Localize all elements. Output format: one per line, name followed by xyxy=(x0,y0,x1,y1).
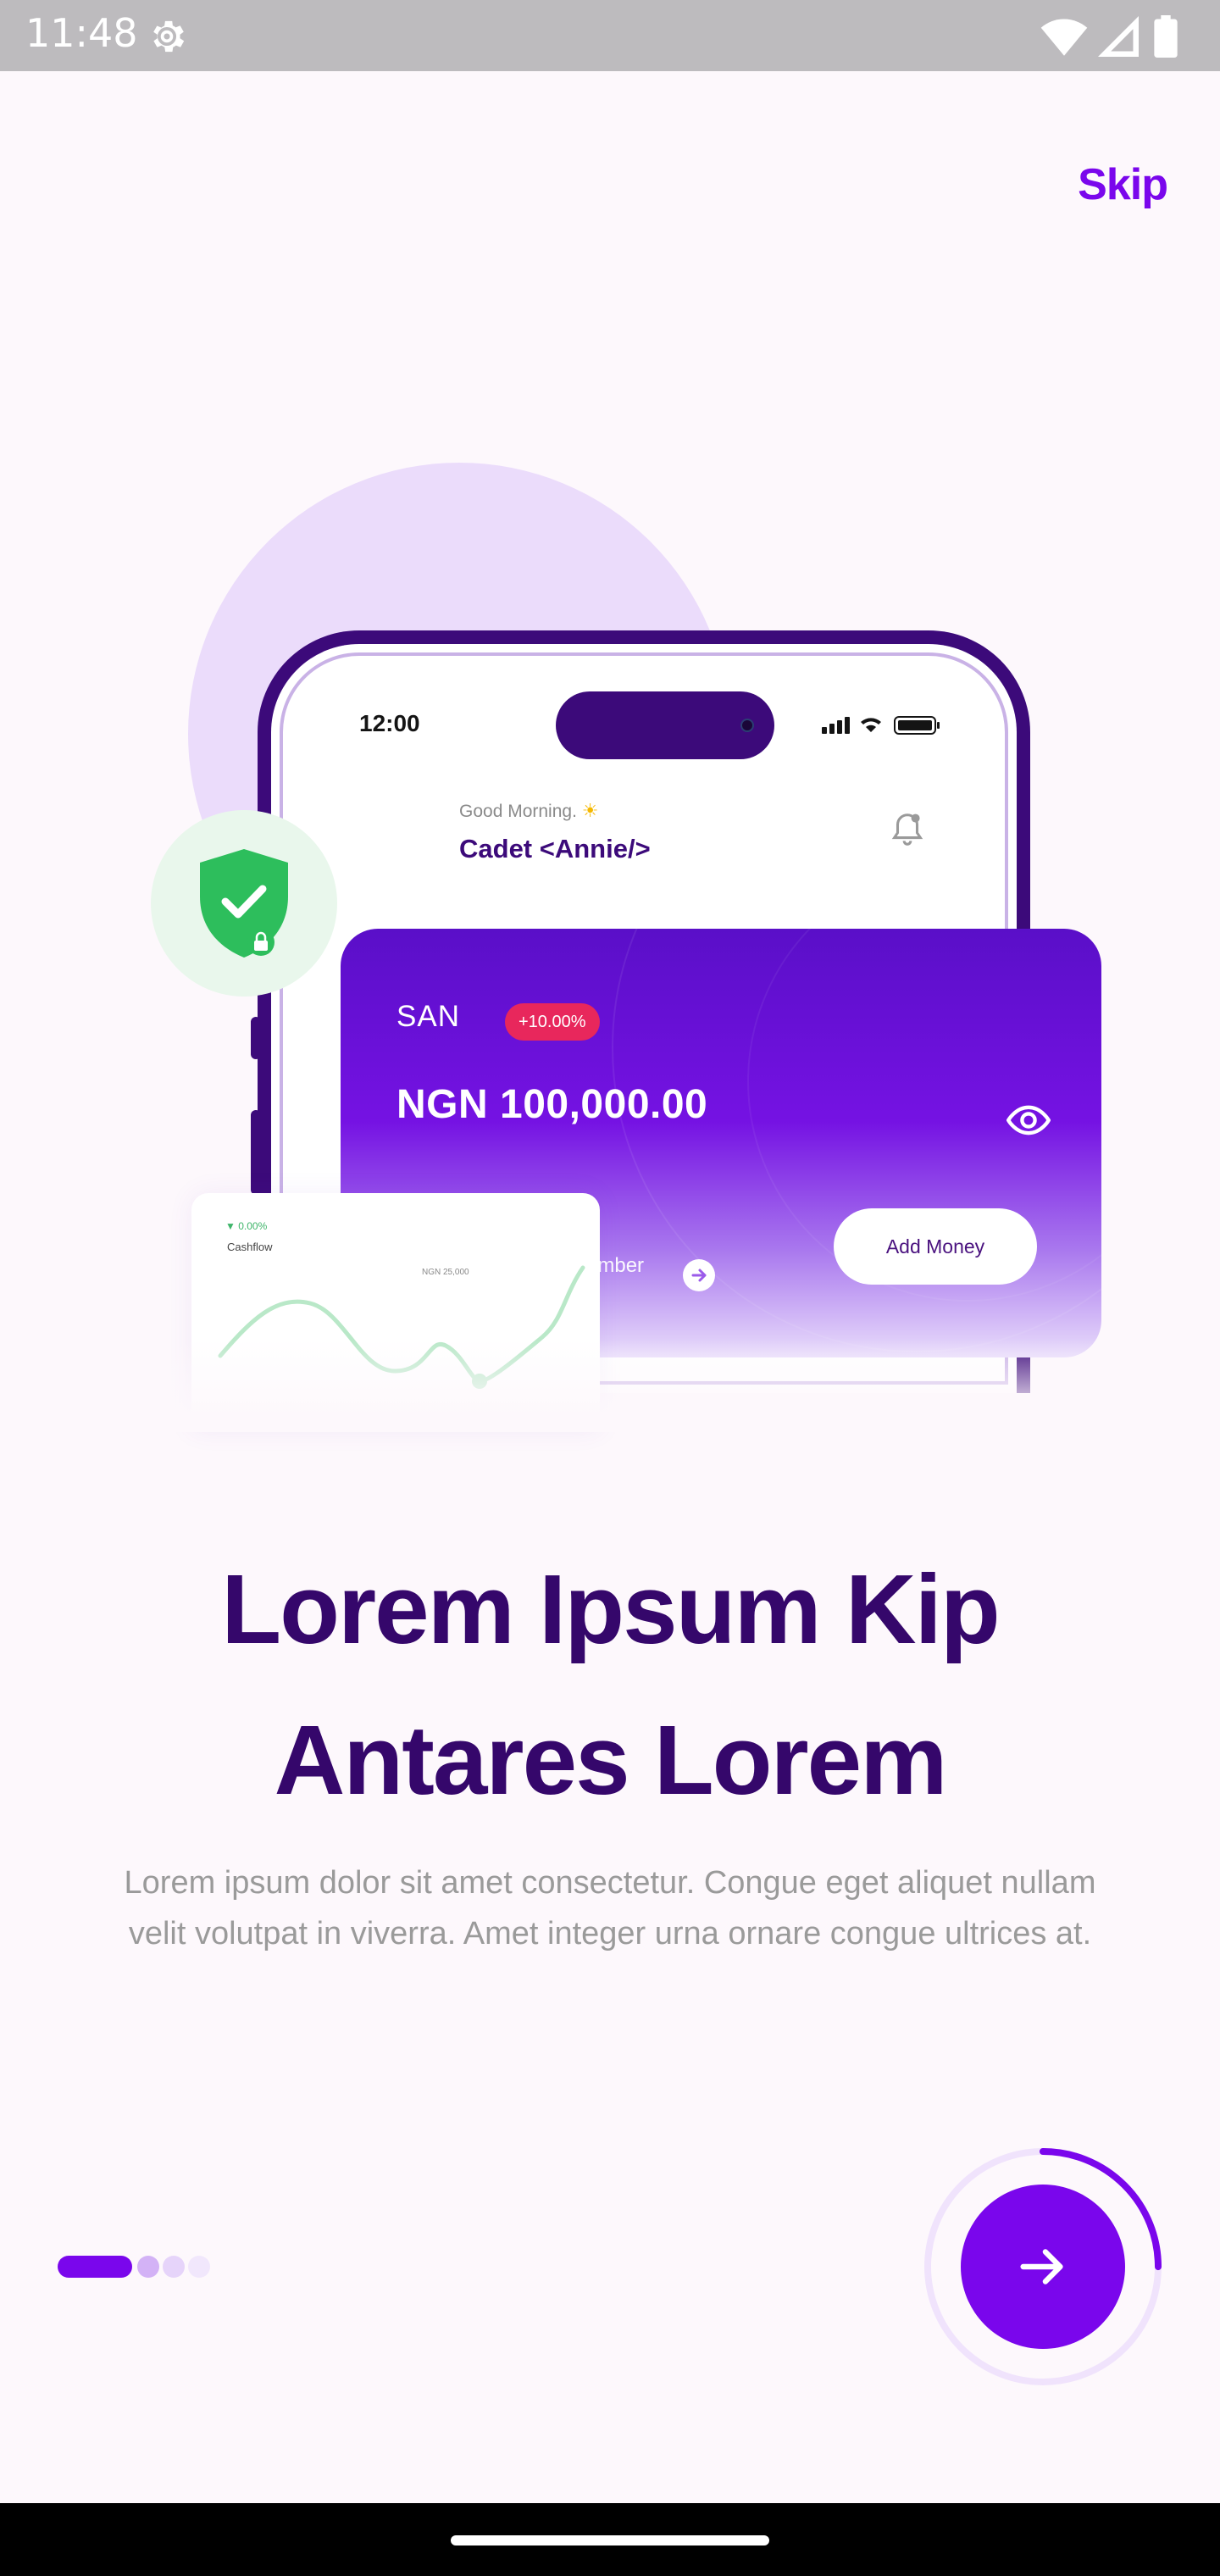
phone-status-icons xyxy=(822,716,940,735)
page-dot xyxy=(137,2256,159,2278)
phone-side-button xyxy=(1020,797,1030,825)
next-button-wrapper xyxy=(922,2146,1164,2388)
phone-time: 12:00 xyxy=(359,710,420,736)
next-button[interactable] xyxy=(961,2185,1125,2349)
dynamic-island xyxy=(556,691,774,759)
security-badge xyxy=(151,810,337,997)
headline-line-2: Antares Lorem xyxy=(274,1705,948,1815)
arrow-right-icon xyxy=(683,1259,715,1291)
arrow-right-icon xyxy=(1020,2249,1063,2285)
shield-check-icon xyxy=(200,849,288,958)
onboarding-headline: Lorem Ipsum Kip Antares Lorem xyxy=(0,1534,1220,1835)
cashflow-change: ▼ 0.00% xyxy=(225,1220,268,1232)
onboarding-illustration: 12:00 Good Morning. ☀ Cadet <Annie/> SAN… xyxy=(0,0,1220,1441)
greeting-label: Good Morning. xyxy=(459,802,577,821)
headline-line-1: Lorem Ipsum Kip xyxy=(221,1554,1000,1664)
page-dot xyxy=(163,2256,185,2278)
phone-side-button xyxy=(251,1017,261,1059)
illustration-fade xyxy=(152,1339,1118,1432)
wallet-currency-code: SAN xyxy=(396,1000,460,1033)
notification-bell-icon xyxy=(891,813,923,846)
page-dot-active xyxy=(58,2256,132,2278)
phone-side-button xyxy=(251,1110,261,1195)
navigation-bar xyxy=(0,2503,1220,2576)
camera-icon xyxy=(740,719,754,732)
greeting-text: Good Morning. ☀ xyxy=(459,800,599,822)
eye-icon xyxy=(1006,1105,1051,1135)
add-money-button: Add Money xyxy=(834,1208,1037,1285)
page-dot xyxy=(188,2256,210,2278)
onboarding-screen: 11:48 Skip 12:00 Good Morning. ☀ Cadet <… xyxy=(0,0,1220,2576)
onboarding-description: Lorem ipsum dolor sit amet consectetur. … xyxy=(124,1865,1096,1951)
user-name: Cadet <Annie/> xyxy=(459,834,651,863)
page-indicator xyxy=(58,2256,227,2278)
home-indicator[interactable] xyxy=(451,2535,769,2545)
wallet-balance: NGN 100,000.00 xyxy=(396,1082,708,1127)
sun-icon: ☀ xyxy=(581,800,599,821)
change-badge: +10.00% xyxy=(505,1003,600,1041)
